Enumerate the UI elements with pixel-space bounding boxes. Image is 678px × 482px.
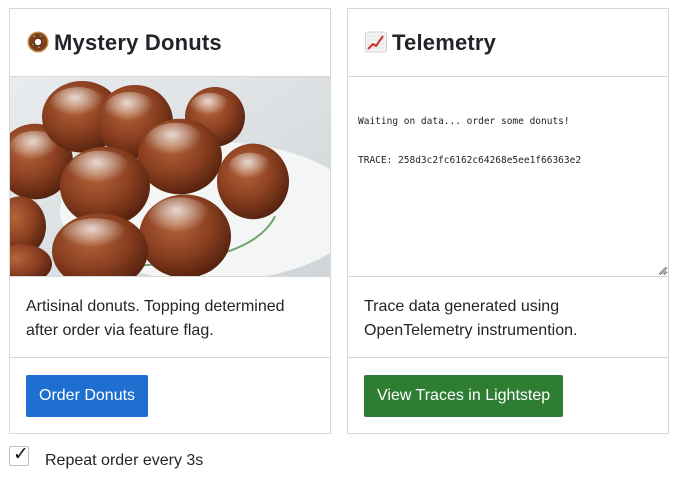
telemetry-card: Telemetry Waiting on data... order some … bbox=[347, 8, 669, 434]
telemetry-card-header: Telemetry bbox=[348, 9, 668, 77]
resize-grip-icon[interactable] bbox=[658, 266, 667, 275]
log-line: TRACE: 258d3c2fc6162c64268e5ee1f66363e2 bbox=[358, 155, 582, 166]
donuts-card-footer: Order Donuts bbox=[10, 358, 330, 417]
telemetry-log-textarea[interactable]: Waiting on data... order some donuts! TR… bbox=[348, 77, 668, 276]
donuts-card-header: Mystery Donuts bbox=[10, 9, 330, 77]
log-line: Waiting on data... order some donuts! bbox=[358, 116, 570, 127]
repeat-order-checkbox[interactable]: ✓ bbox=[9, 443, 29, 466]
telemetry-log-container: Waiting on data... order some donuts! TR… bbox=[348, 77, 668, 277]
repeat-order-row: ✓ Repeat order every 3s bbox=[9, 443, 203, 474]
telemetry-card-footer: View Traces in Lightstep bbox=[348, 358, 668, 417]
donut-icon bbox=[26, 30, 50, 54]
telemetry-card-title: Telemetry bbox=[392, 29, 497, 55]
donuts-card-title: Mystery Donuts bbox=[54, 29, 222, 55]
order-donuts-button[interactable]: Order Donuts bbox=[26, 375, 149, 417]
donuts-description: Artisinal donuts. Topping determined aft… bbox=[10, 277, 330, 358]
app-root: Mystery Donuts Artisinal donuts. Topping… bbox=[0, 0, 678, 482]
chart-increasing-icon bbox=[364, 30, 388, 54]
view-traces-button[interactable]: View Traces in Lightstep bbox=[364, 375, 564, 417]
telemetry-description: Trace data generated using OpenTelemetry… bbox=[348, 277, 668, 358]
donuts-card: Mystery Donuts Artisinal donuts. Topping… bbox=[9, 8, 331, 434]
repeat-order-label[interactable]: Repeat order every 3s bbox=[45, 452, 203, 470]
donuts-photo bbox=[10, 77, 330, 277]
checkmark-icon: ✓ bbox=[13, 443, 29, 465]
